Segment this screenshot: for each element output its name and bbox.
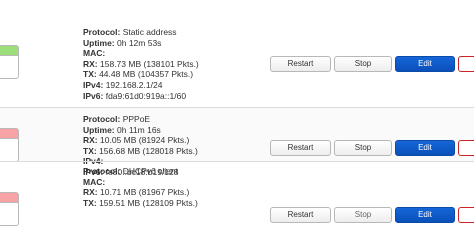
rx-value: 158.73 MB (138101 Pkts.)	[100, 58, 199, 69]
restart-button[interactable]: Restart	[270, 56, 331, 72]
interface-badge[interactable]: an	[0, 128, 19, 162]
interface-row: θ) Protocol: Static address Uptime: 0h 1…	[0, 0, 474, 107]
interface-status: Protocol: DHCPv6 client MAC: RX: 10.71 M…	[83, 166, 198, 208]
restart-button[interactable]: Restart	[270, 207, 331, 223]
uptime-value: 0h 12m 53s	[117, 37, 162, 48]
interface-status: Protocol: Static address Uptime: 0h 12m …	[83, 27, 199, 101]
interface-badge[interactable]	[0, 192, 19, 226]
protocol-value: DHCPv6 client	[122, 166, 178, 176]
delete-button[interactable]	[458, 207, 474, 223]
protocol-value: PPPoE	[122, 114, 151, 124]
interface-row: Protocol: DHCPv6 client MAC: RX: 10.71 M…	[0, 162, 474, 248]
edit-button[interactable]: Edit	[395, 140, 455, 156]
status-bar	[0, 46, 18, 56]
interface-row: an Protocol: PPPoE Uptime: 0h 11m 16s RX…	[0, 108, 474, 177]
status-bar	[0, 193, 18, 203]
restart-button[interactable]: Restart	[270, 140, 331, 156]
stop-button[interactable]: Stop	[334, 207, 392, 223]
status-bar	[0, 129, 18, 139]
tx-value: 44.48 MB (104357 Pkts.)	[99, 69, 194, 80]
edit-button[interactable]: Edit	[395, 56, 455, 72]
delete-button[interactable]	[458, 56, 474, 72]
protocol-value: Static address	[122, 27, 177, 37]
edit-button[interactable]: Edit	[395, 207, 455, 223]
stop-button[interactable]: Stop	[334, 140, 392, 156]
ipv6-value: fda9:61d0:919a::1/60	[105, 90, 187, 101]
tx-value: 156.68 MB (128018 Pkts.)	[99, 145, 198, 156]
rx-value: 10.05 MB (81924 Pkts.)	[100, 135, 190, 146]
ipv4-value: 192.168.2.1/24	[105, 79, 163, 90]
interface-badge[interactable]: θ)	[0, 45, 19, 79]
stop-button[interactable]: Stop	[334, 56, 392, 72]
uptime-value: 0h 11m 16s	[117, 124, 161, 135]
tx-value: 159.51 MB (128109 Pkts.)	[99, 197, 198, 208]
delete-button[interactable]	[458, 140, 474, 156]
rx-value: 10.71 MB (81967 Pkts.)	[100, 187, 190, 198]
